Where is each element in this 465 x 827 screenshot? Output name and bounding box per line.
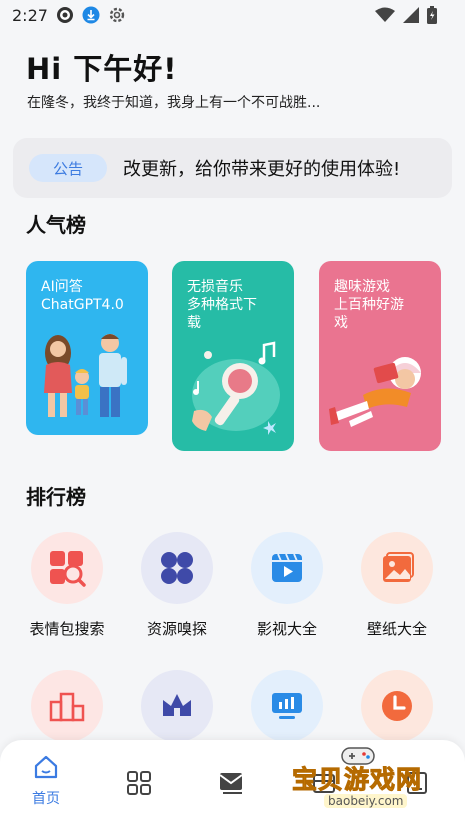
clock-icon bbox=[382, 691, 412, 721]
greeting-title: Hi 下午好! bbox=[26, 52, 178, 86]
ranking-item-sticker-search[interactable]: 表情包搜索 bbox=[12, 532, 122, 639]
ranking-item-movies[interactable]: 影视大全 bbox=[232, 532, 342, 639]
nav-tab-home-label: 首页 bbox=[32, 791, 60, 807]
signal-icon bbox=[403, 7, 419, 27]
card-ai-chat[interactable]: AI问答 ChatGPT4.0 bbox=[26, 261, 148, 435]
watermark-text: 宝贝游戏网 bbox=[291, 765, 423, 795]
nav-tab-category[interactable] bbox=[114, 770, 164, 800]
nav-tab-home[interactable]: 首页 bbox=[21, 754, 71, 808]
crown-icon bbox=[163, 694, 191, 716]
status-time: 2:27 bbox=[12, 5, 48, 25]
ranking-label-sticker-search: 表情包搜索 bbox=[29, 620, 105, 638]
video-player-icon bbox=[272, 553, 302, 582]
battery-icon bbox=[427, 6, 437, 28]
ranking-item-wallpapers[interactable]: 壁纸大全 bbox=[342, 532, 452, 639]
wifi-icon bbox=[375, 7, 395, 27]
picture-icon bbox=[383, 552, 414, 582]
app-notification-icon bbox=[56, 6, 74, 24]
grid-icon bbox=[127, 771, 151, 795]
ranking-label-resource-sniff: 资源嗅探 bbox=[146, 620, 207, 638]
home-icon bbox=[34, 755, 58, 779]
mail-icon bbox=[219, 773, 243, 794]
download-icon bbox=[82, 6, 100, 24]
site-watermark: 宝贝游戏网 baobeiy.com bbox=[288, 742, 438, 818]
greeting-subtitle: 在隆冬，我终于知道，我身上有一个不可战胜... bbox=[27, 95, 321, 111]
podium-icon bbox=[49, 692, 85, 722]
nav-tab-messages[interactable] bbox=[206, 770, 256, 800]
app-screen: 2:27 Hi 下午好! 在隆冬，我终于知道，我身上有一个不可战胜... 公告 … bbox=[0, 0, 465, 827]
status-bar: 2:27 bbox=[0, 0, 465, 30]
settings-gear-icon bbox=[108, 6, 126, 24]
ranking-item-charts[interactable] bbox=[232, 670, 342, 742]
ranking-label-wallpapers: 壁纸大全 bbox=[366, 620, 427, 638]
ranking-item-crown[interactable] bbox=[122, 670, 232, 742]
popular-section-title: 人气榜 bbox=[26, 213, 86, 237]
watermark-url: baobeiy.com bbox=[324, 794, 408, 808]
card-fun-games[interactable]: 趣味游戏 上百种好游 戏 bbox=[319, 261, 441, 451]
ranking-item-clock[interactable] bbox=[342, 670, 452, 742]
ranking-label-movies: 影视大全 bbox=[256, 620, 317, 638]
announcement-badge: 公告 bbox=[29, 154, 107, 182]
status-indicators bbox=[375, 6, 437, 28]
four-petal-icon bbox=[161, 552, 193, 584]
reading-person-illustration-icon bbox=[329, 357, 421, 427]
image-search-icon bbox=[50, 551, 86, 587]
announcement-bar[interactable]: 公告 改更新，给你带来更好的使用体验! bbox=[13, 138, 452, 198]
chart-screen-icon bbox=[272, 693, 302, 719]
family-illustration-icon bbox=[44, 334, 127, 417]
ranking-item-podium[interactable] bbox=[12, 670, 122, 742]
card-lossless-music[interactable]: 无损音乐 多种格式下 载 bbox=[172, 261, 294, 451]
ranking-section-title: 排行榜 bbox=[26, 485, 86, 509]
ranking-item-resource-sniff[interactable]: 资源嗅探 bbox=[122, 532, 232, 639]
announcement-text: 改更新，给你带来更好的使用体验! bbox=[123, 159, 401, 180]
microphone-illustration-icon bbox=[192, 341, 280, 435]
